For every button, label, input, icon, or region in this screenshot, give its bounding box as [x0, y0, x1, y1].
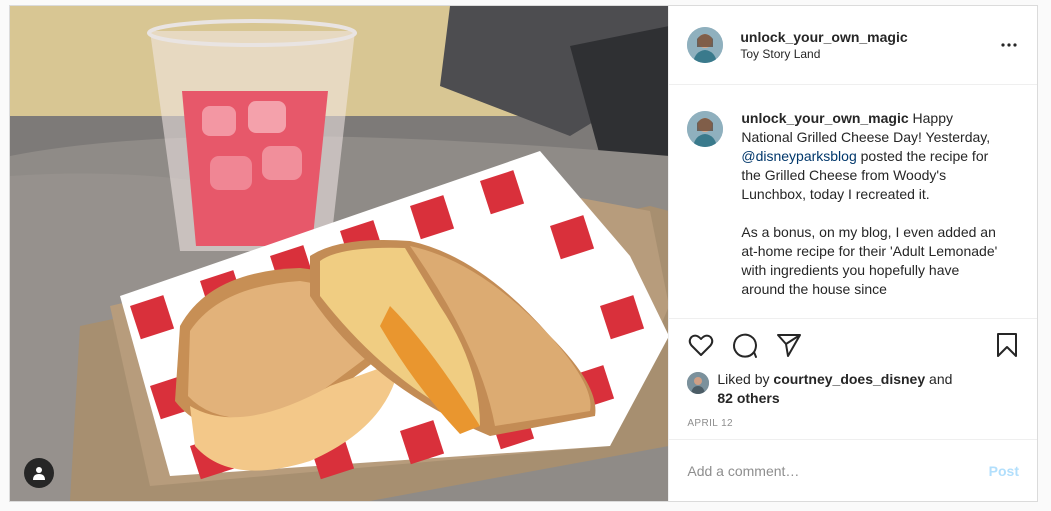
likes-text: Liked by courtney_does_disney and 82 oth… [717, 370, 952, 408]
comment-icon[interactable] [731, 331, 759, 359]
profile-photo-icon [687, 111, 724, 147]
profile-photo-icon [687, 27, 724, 63]
likes-and: and [929, 371, 953, 387]
post-comment-button[interactable]: Post [989, 463, 1019, 479]
heart-icon[interactable] [687, 331, 715, 359]
instagram-post: unlock_your_own_magic Toy Story Land unl… [9, 5, 1038, 502]
post-sidebar: unlock_your_own_magic Toy Story Land unl… [668, 6, 1037, 501]
photo-illustration [10, 6, 669, 501]
bookmark-icon[interactable] [993, 331, 1021, 359]
liker-username[interactable]: courtney_does_disney [773, 371, 925, 387]
caption-mention[interactable]: @disneyparksblog [741, 148, 856, 164]
post-caption: unlock_your_own_magic Happy National Gri… [741, 109, 1003, 318]
post-photo[interactable] [10, 6, 669, 501]
profile-avatar[interactable] [687, 27, 724, 63]
action-bar [669, 318, 1037, 370]
header-username[interactable]: unlock_your_own_magic [740, 29, 997, 45]
likes-others-link[interactable]: 82 others [717, 390, 779, 406]
comment-input[interactable] [687, 462, 989, 479]
liker-photo-icon [687, 372, 710, 394]
post-header: unlock_your_own_magic Toy Story Land [669, 6, 1037, 85]
caption-area: unlock_your_own_magic Happy National Gri… [669, 85, 1037, 318]
more-options-button[interactable] [997, 33, 1021, 57]
caption-avatar[interactable] [687, 111, 724, 147]
more-horizontal-icon [1001, 43, 1017, 47]
caption-username[interactable]: unlock_your_own_magic [741, 110, 908, 126]
user-tag-icon [33, 467, 45, 480]
user-tag-button[interactable] [24, 458, 54, 488]
caption-paragraph-2: As a bonus, on my blog, I even added an … [741, 224, 998, 297]
share-icon[interactable] [775, 331, 803, 359]
likes-prefix: Liked by [717, 371, 770, 387]
likes-row: Liked by courtney_does_disney and 82 oth… [669, 370, 1037, 408]
header-location[interactable]: Toy Story Land [740, 47, 997, 61]
liker-avatar[interactable] [687, 372, 710, 394]
comment-box: Post [669, 439, 1037, 501]
post-date[interactable]: APRIL 12 [669, 408, 1037, 429]
